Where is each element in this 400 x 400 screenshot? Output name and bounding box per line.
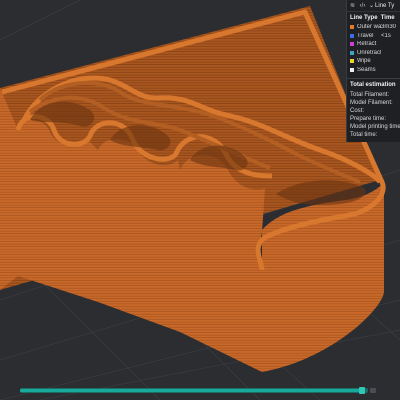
layer-slider-handle[interactable] — [358, 387, 365, 394]
legend-swatch — [350, 50, 354, 55]
legend-swatch — [350, 67, 354, 72]
estimation-item: Cost: — [350, 108, 365, 114]
legend-divider — [347, 78, 400, 79]
estimation-title: Total estimation — [350, 82, 396, 88]
legend-row[interactable]: Seams — [347, 66, 400, 75]
legend-rows: Outer wall3m30Travel<1sRetractUnretractW… — [347, 23, 400, 74]
legend-row-time: <1s — [381, 32, 391, 39]
legend-row[interactable]: Unretract — [347, 49, 400, 58]
layer-slider-fill — [20, 389, 362, 392]
legend-panel: ≋ ‹/› ⌄ Line Ty Line Type Time Outer wal… — [346, 0, 400, 142]
legend-swatch — [350, 25, 354, 30]
code-brackets-icon[interactable]: ‹/› — [359, 2, 366, 9]
legend-toolbar: ≋ ‹/› ⌄ Line Ty — [347, 0, 400, 12]
layers-icon[interactable]: ≋ — [349, 2, 356, 9]
estimation-item: Total time: — [350, 132, 378, 138]
legend-row[interactable]: Outer wall3m30 — [347, 23, 400, 32]
legend-row-time: 3m30 — [381, 24, 397, 31]
legend-swatch — [350, 33, 354, 38]
estimation-item: Total Filament: — [350, 92, 390, 98]
legend-col-type: Line Type — [350, 15, 378, 21]
printed-model — [0, 6, 386, 372]
estimation-item: Model printing time: — [350, 124, 400, 130]
legend-swatch — [350, 59, 354, 64]
legend-row-label: Travel — [357, 32, 374, 39]
legend-row-label: Outer wall — [357, 24, 381, 31]
3d-viewport[interactable] — [0, 0, 400, 400]
layer-slider[interactable] — [20, 387, 376, 394]
legend-row-label: Retract — [357, 41, 377, 48]
legend-row-label: Wipe — [357, 58, 371, 65]
legend-row[interactable]: Travel <1s — [347, 32, 400, 41]
legend-row[interactable]: Retract — [347, 40, 400, 49]
layer-slider-end[interactable] — [370, 388, 376, 393]
legend-row-label: Unretract — [357, 49, 381, 56]
legend-row[interactable]: Wipe — [347, 57, 400, 66]
legend-row-label: Seams — [357, 66, 376, 73]
legend-col-time: Time — [380, 15, 395, 21]
chevron-down-icon: ⌄ — [369, 3, 375, 9]
legend-swatch — [350, 42, 354, 47]
view-type-select[interactable]: ⌄ Line Ty — [369, 2, 395, 10]
estimation-rows: Total Filament: Model Filament: Cost: Prepa… — [347, 91, 400, 139]
view-type-select-value: Line Ty — [375, 2, 395, 9]
legend-header: Line Type Time — [347, 12, 400, 23]
estimation-item: Model Filament: — [350, 100, 393, 106]
estimation-item: Prepare time: — [350, 116, 387, 122]
